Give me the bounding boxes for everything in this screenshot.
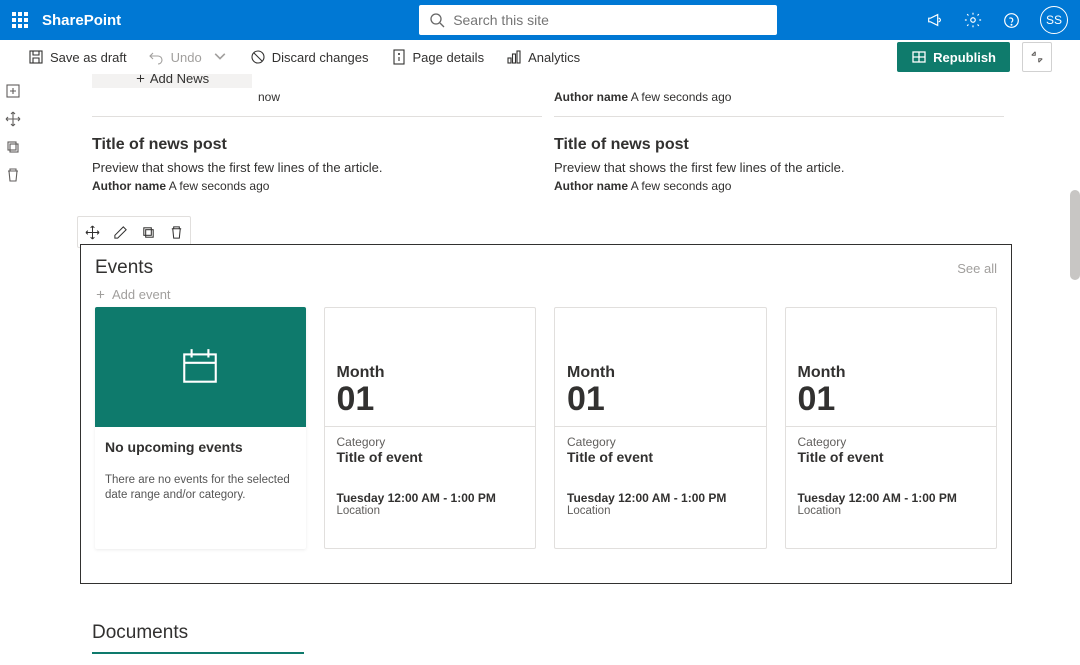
megaphone-icon[interactable] <box>926 11 944 29</box>
divider <box>555 426 766 427</box>
news-post[interactable]: Title of news post Preview that shows th… <box>554 136 1004 193</box>
canvas: Add News now Author name A few seconds a… <box>26 74 1066 665</box>
event-title: Title of event <box>798 449 985 465</box>
events-webpart[interactable]: Events See all Add event No upcoming eve… <box>80 244 1012 584</box>
news-title: Title of news post <box>92 136 542 154</box>
page-details-label: Page details <box>413 50 485 65</box>
news-time-now: now <box>258 90 280 104</box>
news-time: A few seconds ago <box>169 179 270 193</box>
event-category: Category <box>798 435 985 449</box>
analytics-button[interactable]: Analytics <box>506 49 580 65</box>
event-card[interactable]: Month 01 Category Title of event Tuesday… <box>554 307 767 549</box>
news-time: A few seconds ago <box>631 90 732 104</box>
discard-label: Discard changes <box>272 50 369 65</box>
search-input[interactable] <box>453 12 767 28</box>
news-author: Author name <box>554 179 628 193</box>
documents-underline <box>92 652 304 654</box>
empty-events-card[interactable]: No upcoming events There are no events f… <box>95 307 306 549</box>
add-news-label: Add News <box>150 74 209 86</box>
republish-label: Republish <box>933 50 996 65</box>
divider <box>92 116 542 117</box>
events-row: No upcoming events There are no events f… <box>95 307 997 549</box>
news-post[interactable]: Title of news post Preview that shows th… <box>92 136 542 193</box>
search-icon <box>429 12 445 28</box>
events-heading: Events <box>95 257 997 279</box>
settings-icon[interactable] <box>964 11 982 29</box>
scrollbar-thumb[interactable] <box>1070 190 1080 280</box>
news-meta: Author name A few seconds ago <box>554 179 1004 193</box>
event-card[interactable]: Month 01 Category Title of event Tuesday… <box>785 307 998 549</box>
divider <box>325 426 536 427</box>
event-title: Title of event <box>567 449 754 465</box>
event-day: 01 <box>337 382 524 416</box>
app-launcher-icon[interactable] <box>12 12 28 28</box>
analytics-label: Analytics <box>528 50 580 65</box>
event-time: Tuesday 12:00 AM - 1:00 PM <box>567 491 754 505</box>
news-preview: Preview that shows the first few lines o… <box>554 160 1004 175</box>
save-draft-label: Save as draft <box>50 50 127 65</box>
news-preview: Preview that shows the first few lines o… <box>92 160 542 175</box>
republish-button[interactable]: Republish <box>897 42 1010 72</box>
add-event-button[interactable]: Add event <box>95 287 997 302</box>
add-news-button[interactable]: Add News <box>92 74 252 88</box>
news-time: A few seconds ago <box>631 179 732 193</box>
suite-right: SS <box>926 6 1068 34</box>
search-box[interactable] <box>419 5 777 35</box>
wp-duplicate-icon[interactable] <box>134 218 162 246</box>
news-title: Title of news post <box>554 136 1004 154</box>
empty-title: No upcoming events <box>105 439 296 455</box>
undo-chevron-icon[interactable] <box>208 49 228 65</box>
event-time: Tuesday 12:00 AM - 1:00 PM <box>798 491 985 505</box>
command-bar: Save as draft Undo Discard changes Page … <box>0 40 1080 74</box>
calendar-icon <box>95 307 306 427</box>
rail-delete-icon[interactable] <box>4 166 22 184</box>
news-right-byline: Author name A few seconds ago <box>554 90 731 104</box>
event-category: Category <box>567 435 754 449</box>
see-all-link[interactable]: See all <box>957 261 997 276</box>
event-category: Category <box>337 435 524 449</box>
rail-add-icon[interactable] <box>4 82 22 100</box>
rail-move-icon[interactable] <box>4 110 22 128</box>
suite-title[interactable]: SharePoint <box>42 12 121 29</box>
event-location: Location <box>798 505 985 517</box>
event-card[interactable]: Month 01 Category Title of event Tuesday… <box>324 307 537 549</box>
divider <box>786 426 997 427</box>
documents-heading: Documents <box>92 622 188 644</box>
undo-button[interactable]: Undo <box>149 49 228 65</box>
user-avatar[interactable]: SS <box>1040 6 1068 34</box>
undo-label: Undo <box>171 50 202 65</box>
page-details-button[interactable]: Page details <box>391 49 485 65</box>
event-location: Location <box>337 505 524 517</box>
event-time: Tuesday 12:00 AM - 1:00 PM <box>337 491 524 505</box>
event-location: Location <box>567 505 754 517</box>
left-rail <box>0 74 26 184</box>
wp-edit-icon[interactable] <box>106 218 134 246</box>
news-meta: Author name A few seconds ago <box>92 179 542 193</box>
discard-button[interactable]: Discard changes <box>250 49 369 65</box>
news-author: Author name <box>554 90 628 104</box>
event-title: Title of event <box>337 449 524 465</box>
wp-delete-icon[interactable] <box>162 218 190 246</box>
divider <box>554 116 1004 117</box>
save-draft-button[interactable]: Save as draft <box>28 49 127 65</box>
empty-desc: There are no events for the selected dat… <box>105 473 296 503</box>
help-icon[interactable] <box>1002 11 1020 29</box>
event-day: 01 <box>798 382 985 416</box>
add-event-label: Add event <box>112 287 171 302</box>
rail-duplicate-icon[interactable] <box>4 138 22 156</box>
suite-bar: SharePoint SS <box>0 0 1080 40</box>
collapse-button[interactable] <box>1022 42 1052 72</box>
news-author: Author name <box>92 179 166 193</box>
event-day: 01 <box>567 382 754 416</box>
wp-move-icon[interactable] <box>78 218 106 246</box>
